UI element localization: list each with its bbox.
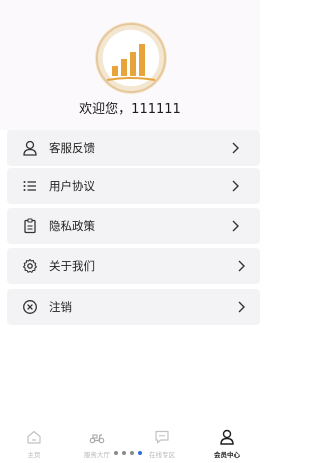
tab-home[interactable]: 主页 <box>8 429 60 459</box>
tab-online-zone[interactable]: 在线专区 <box>136 429 188 459</box>
menu-item-label: 隐私政策 <box>49 219 95 233</box>
list-icon <box>23 181 36 191</box>
menu-item-user-agreement[interactable]: 用户协议 <box>7 168 260 204</box>
user-icon <box>220 429 234 445</box>
clipboard-icon <box>24 218 36 234</box>
menu-item-logout[interactable]: 注销 <box>7 289 260 325</box>
page-dot <box>114 451 118 455</box>
chevron-right-icon <box>232 142 239 154</box>
profile-header: 欢迎您，111111 <box>0 0 260 130</box>
chevron-right-icon <box>232 220 239 232</box>
menu-item-feedback[interactable]: 客服反馈 <box>7 130 260 166</box>
chevron-right-icon <box>238 260 245 272</box>
tab-label: 在线专区 <box>149 451 175 459</box>
chat-icon <box>155 430 169 444</box>
page-dot <box>130 451 134 455</box>
scooter-icon <box>89 434 105 444</box>
menu-item-about-us[interactable]: 关于我们 <box>7 248 260 284</box>
user-icon <box>23 140 37 156</box>
close-circle-icon <box>23 300 37 314</box>
app-logo <box>95 22 167 94</box>
page-dot <box>122 451 126 455</box>
bottom-tab-bar: 主页 服务大厅 在线专区 会员中心 <box>0 426 260 463</box>
chevron-right-icon <box>232 180 239 192</box>
tab-member-center[interactable]: 会员中心 <box>201 429 253 459</box>
menu-item-label: 关于我们 <box>49 259 95 273</box>
menu-item-label: 客服反馈 <box>49 141 95 155</box>
menu-item-label: 用户协议 <box>49 179 95 193</box>
menu-item-privacy-policy[interactable]: 隐私政策 <box>7 208 260 244</box>
welcome-text: 欢迎您，111111 <box>79 102 181 117</box>
page-dot-active <box>138 451 142 455</box>
gear-icon <box>23 258 37 273</box>
tab-label: 主页 <box>27 451 41 459</box>
menu-item-label: 注销 <box>49 300 72 314</box>
home-icon <box>27 430 41 444</box>
chevron-right-icon <box>238 301 245 313</box>
tab-label: 会员中心 <box>214 451 240 459</box>
